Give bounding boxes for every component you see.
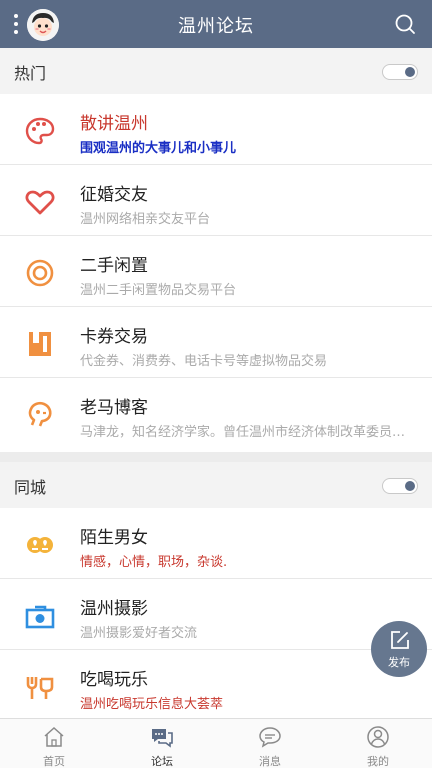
tab-home[interactable]: 首页 [0,719,108,768]
forum-item[interactable]: 吃喝玩乐 温州吃喝玩乐信息大荟萃 [0,650,432,718]
tab-label: 首页 [43,755,65,768]
tab-label: 我的 [367,755,389,768]
tab-label: 论坛 [151,755,173,768]
tab-messages[interactable]: 消息 [216,719,324,768]
couple-icon [27,537,53,553]
forum-description: 马津龙，知名经济学家。曾任温州市经济体制改革委员会主任 [80,425,410,440]
forum-description: 情感，心情，职场，杂谈. [80,555,228,570]
forum-title: 吃喝玩乐 [80,670,148,690]
publish-label: 发布 [388,656,410,669]
forum-item[interactable]: 温州摄影 温州摄影爱好者交流 [0,579,432,650]
forum-description: 围观温州的大事儿和小事儿 [80,141,237,156]
publish-button[interactable]: 发布 [371,621,427,677]
section-title: 热门 [14,64,47,83]
forum-item[interactable]: 卡券交易 代金券、消费券、电话卡号等虚拟物品交易 [0,307,432,378]
forum-item[interactable]: 散讲温州 围观温州的大事儿和小事儿 [0,94,432,165]
user-icon [367,726,389,748]
collapse-toggle[interactable] [382,64,418,80]
app-header: 温州论坛 [0,0,432,48]
target-icon [26,259,54,287]
search-icon[interactable] [394,13,416,35]
fork-cup-icon [26,677,54,699]
page-title: 温州论坛 [178,16,254,37]
forum-description: 温州网络相亲交友平台 [80,212,211,227]
forum-item[interactable]: 陌生男女 情感，心情，职场，杂谈. [0,508,432,579]
tab-label: 消息 [259,755,281,768]
forum-item[interactable]: 老马博客 马津龙，知名经济学家。曾任温州市经济体制改革委员会主任 [0,378,432,452]
forum-title: 陌生男女 [80,528,148,548]
section-title: 同城 [14,478,47,497]
forum-title: 征婚交友 [80,185,148,205]
forum-title: 卡券交易 [80,327,148,347]
forum-title: 散讲温州 [80,114,148,134]
section-header-local: 同城 [0,462,432,508]
tab-profile[interactable]: 我的 [324,719,432,768]
forum-title: 二手闲置 [80,256,148,276]
chat-bubbles-icon [152,729,173,748]
forum-description: 温州二手闲置物品交易平台 [80,283,237,298]
camera-icon [25,605,55,629]
forum-item[interactable]: 二手闲置 温州二手闲置物品交易平台 [0,236,432,307]
heart-icon [25,190,55,215]
coupon-icon [29,332,51,356]
collapse-toggle[interactable] [382,478,418,494]
forum-title: 温州摄影 [80,599,148,619]
head-icon [28,401,52,427]
palette-icon [25,117,55,145]
forum-description: 代金券、消费券、电话卡号等虚拟物品交易 [80,354,328,369]
forum-title: 老马博客 [80,398,148,418]
message-icon [259,727,281,748]
edit-icon [391,631,409,649]
forum-description: 温州摄影爱好者交流 [80,626,198,641]
tab-forum[interactable]: 论坛 [108,719,216,768]
section-divider [0,452,432,462]
bottom-tab-bar: 首页 论坛 消息 我的 [0,718,432,768]
home-icon [44,726,64,747]
forum-description: 温州吃喝玩乐信息大荟萃 [80,697,224,712]
section-header-hot: 热门 [0,48,432,94]
forum-item[interactable]: 征婚交友 温州网络相亲交友平台 [0,165,432,236]
